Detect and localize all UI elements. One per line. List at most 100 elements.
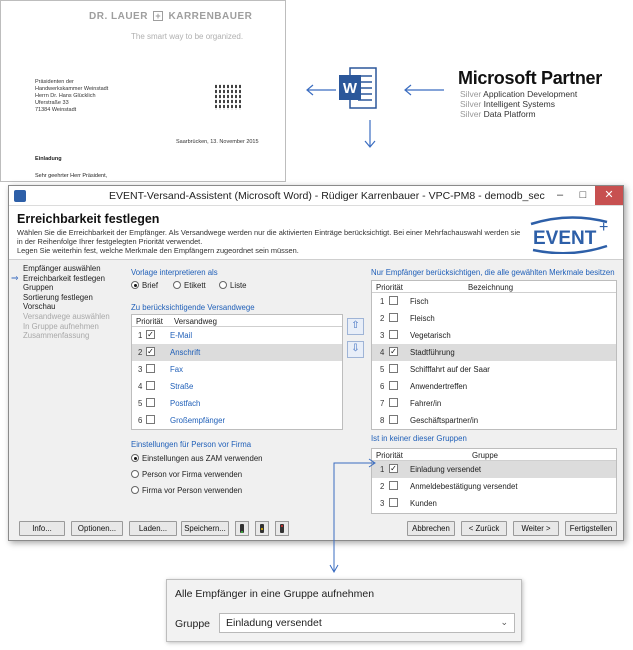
checkbox[interactable]: ✓ [389,347,398,356]
radio-firm-before-person[interactable]: Firma vor Person verwenden [131,486,242,495]
feature-row[interactable]: 2 Fleisch [372,310,616,327]
template-radio-etikett[interactable]: Etikett [173,281,206,290]
group-row[interactable]: 3 Kunden [372,495,616,512]
feature-name: Stadtführung [410,348,455,357]
row-priority: 8 [380,416,385,425]
group-select-value: Einladung versendet [226,617,322,629]
competency-level: Silver [460,89,482,99]
template-radio-brief[interactable]: Brief [131,281,158,290]
maximize-button[interactable]: □ [572,186,594,205]
radio-label: Brief [142,281,159,290]
traffic-light-green-icon[interactable] [235,521,249,536]
wizard-header: Erreichbarkeit festlegen Wählen Sie die … [9,206,623,260]
checkbox[interactable] [389,364,398,373]
close-button[interactable]: ✕ [595,186,623,205]
radio-label: Person vor Firma verwenden [142,470,243,479]
app-icon [14,190,26,202]
checkbox[interactable] [389,415,398,424]
nav-step-vorschau[interactable]: Vorschau [11,302,129,312]
event-logo-text: EVENT [533,228,597,249]
nav-step-label: Zusammenfassung [23,331,90,341]
checkbox[interactable] [146,415,155,424]
grid-header: Priorität Bezeichnung [372,281,616,293]
group-name: Anmeldebestätigung versendet [410,482,518,491]
load-button[interactable]: Laden... [129,521,177,536]
save-button[interactable]: Speichern... [181,521,229,536]
feature-row[interactable]: 4 ✓ Stadtführung [372,344,616,361]
checkbox[interactable] [389,330,398,339]
channel-row-strasse[interactable]: 4 Straße [132,378,342,395]
row-priority: 6 [138,416,143,425]
checkbox[interactable] [389,498,398,507]
channel-name: Fax [170,365,183,374]
channel-row-fax[interactable]: 3 Fax [132,361,342,378]
channel-row-grossempfaenger[interactable]: 6 Großempfänger [132,412,342,429]
nav-step-versandwege: Versandwege auswählen [11,312,129,322]
channel-row-anschrift[interactable]: 2 ✓ Anschrift [132,344,342,361]
checkbox[interactable] [389,398,398,407]
minimize-button[interactable]: – [549,186,571,205]
checkbox[interactable] [146,381,155,390]
letter-subject: Einladung [35,156,62,162]
row-priority: 2 [380,482,385,491]
letter-salutation: Sehr geehrter Herr Präsident, [35,173,108,179]
word-icon: W [339,67,377,109]
checkbox[interactable] [389,296,398,305]
checkbox[interactable]: ✓ [146,347,155,356]
group-select[interactable]: Einladung versendet ⌄ [219,613,515,633]
competency-level: Silver [460,109,482,119]
radio-zam-settings[interactable]: Einstellungen aus ZAM verwenden [131,454,263,463]
channel-row-email[interactable]: 1 ✓ E-Mail [132,327,342,344]
features-group-label: Nur Empfänger berücksichtigen, die alle … [371,268,615,277]
checkbox[interactable] [146,364,155,373]
finish-button[interactable]: Fertigstellen [565,521,617,536]
nav-step-gruppe-aufnehmen: In Gruppe aufnehmen [11,322,129,332]
row-priority: 2 [138,348,143,357]
checkbox[interactable] [389,481,398,490]
feature-row[interactable]: 1 Fisch [372,293,616,310]
feature-row[interactable]: 5 Schifffahrt auf der Saar [372,361,616,378]
row-priority: 3 [138,365,143,374]
nav-step-empfaenger[interactable]: Empfänger auswählen [11,264,129,274]
channel-row-postfach[interactable]: 5 Postfach [132,395,342,412]
checkbox[interactable]: ✓ [389,464,398,473]
nav-step-gruppen[interactable]: Gruppen [11,283,129,293]
traffic-light-yellow-icon[interactable] [255,521,269,536]
event-logo: EVENT + [530,216,608,254]
competency-name: Intelligent Systems [483,99,555,109]
options-button[interactable]: Optionen... [71,521,123,536]
checkbox[interactable] [146,398,155,407]
logo-text-right: KARRENBAUER [168,11,253,22]
group-row[interactable]: 1 ✓ Einladung versendet [372,461,616,478]
row-priority: 1 [138,331,143,340]
template-radio-liste[interactable]: Liste [219,281,246,290]
description-text: Legen Sie weiterhin fest, welche Merkmal… [17,246,299,255]
back-button[interactable]: < Zurück [461,521,507,536]
channel-name: Straße [170,382,194,391]
feature-row[interactable]: 7 Fahrer/in [372,395,616,412]
next-button[interactable]: Weiter > [513,521,559,536]
group-row[interactable]: 2 Anmeldebestätigung versendet [372,478,616,495]
feature-row[interactable]: 3 Vegetarisch [372,327,616,344]
panel-title: Alle Empfänger in eine Gruppe aufnehmen [175,588,375,600]
feature-row[interactable]: 6 Anwendertreffen [372,378,616,395]
title-bar[interactable]: EVENT-Versand-Assistent (Microsoft Word)… [9,186,623,206]
radio-person-before-firm[interactable]: Person vor Firma verwenden [131,470,242,479]
cancel-button[interactable]: Abbrechen [407,521,455,536]
move-up-button[interactable]: ⇧ [347,318,364,335]
nav-step-sortierung[interactable]: Sortierung festlegen [11,293,129,303]
channel-name: Großempfänger [170,416,226,425]
info-button[interactable]: Info... [19,521,65,536]
checkbox[interactable] [389,381,398,390]
checkbox[interactable]: ✓ [146,330,155,339]
column-header-group: Gruppe [472,451,499,460]
move-down-button[interactable]: ⇩ [347,341,364,358]
feature-row[interactable]: 8 Geschäftspartner/in [372,412,616,429]
arrow-down-icon [364,120,376,148]
traffic-light-red-icon[interactable] [275,521,289,536]
checkbox[interactable] [389,313,398,322]
logo-plus: + [153,11,164,21]
competency-name: Application Development [483,89,578,99]
column-header-priority: Priorität [376,283,403,292]
nav-step-erreichbarkeit[interactable]: ⇒ Erreichbarkeit festlegen [11,273,129,284]
